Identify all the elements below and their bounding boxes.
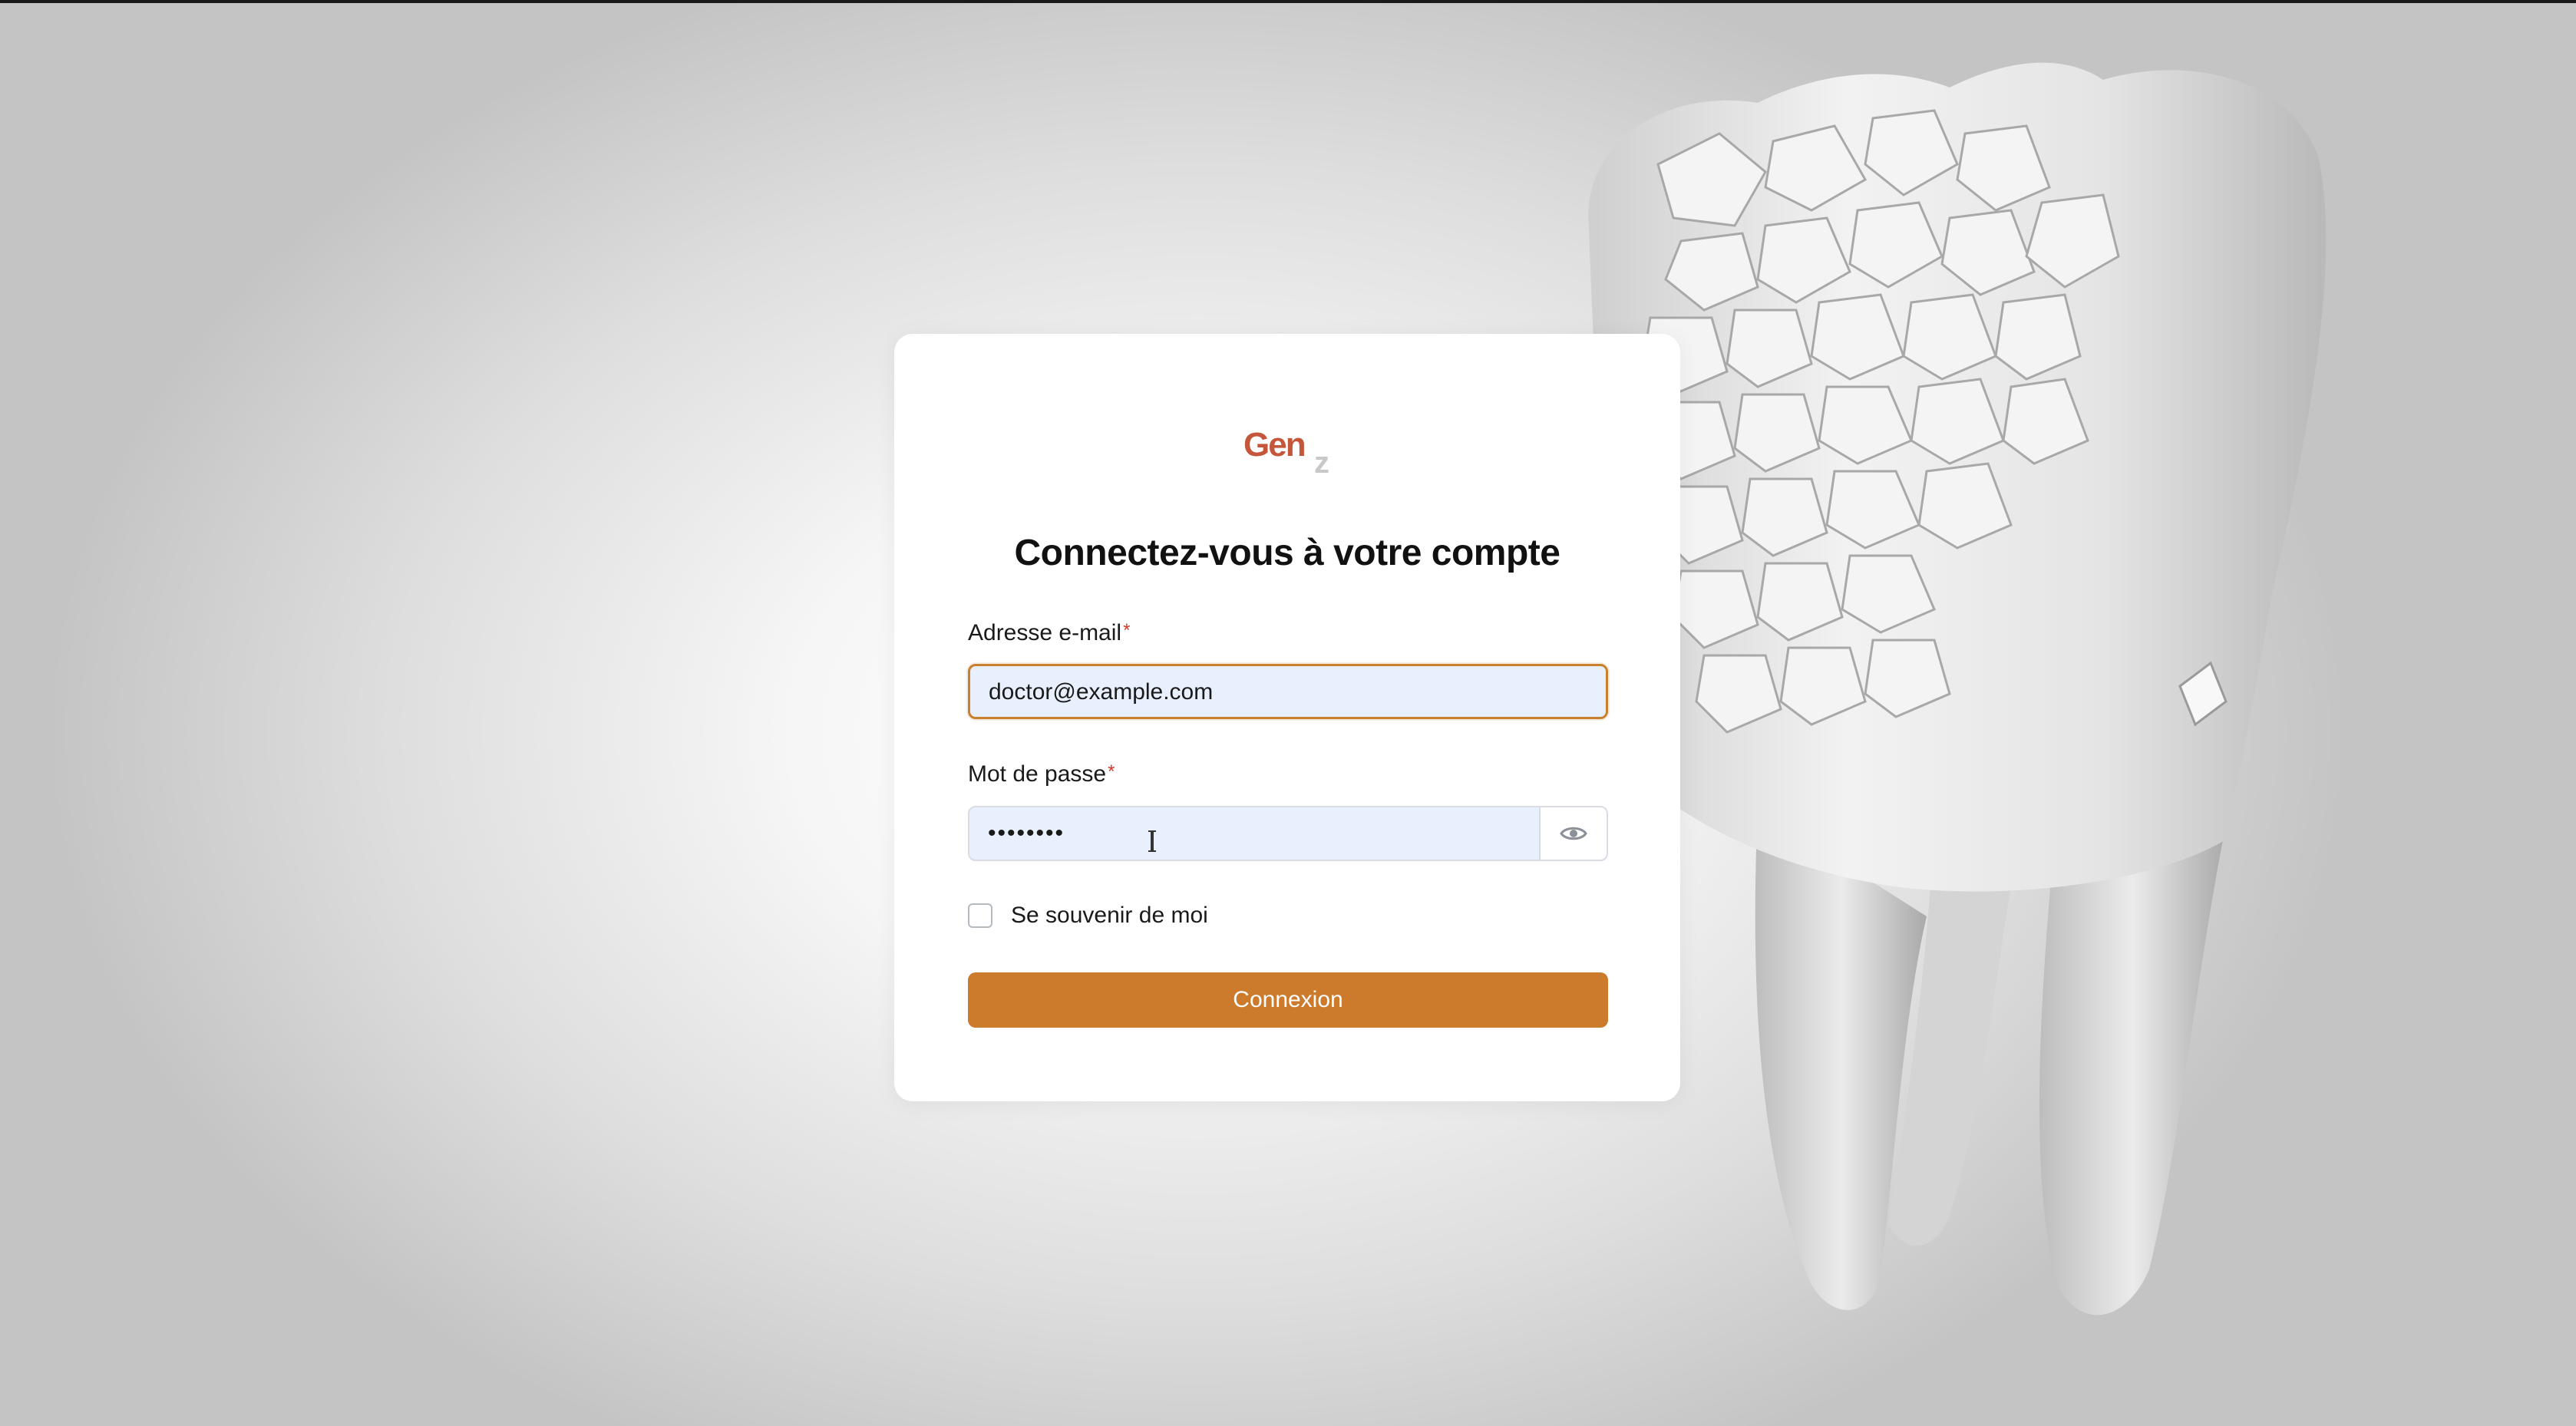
page-title: Connectez-vous à votre compte xyxy=(1014,533,1560,573)
email-field[interactable]: doctor@example.com xyxy=(968,664,1608,719)
email-label-text: Adresse e-mail xyxy=(968,620,1122,645)
login-card: Gen z Connectez-vous à votre compte Adre… xyxy=(894,334,1680,1101)
logo-main-text: Gen xyxy=(1243,426,1306,464)
login-button[interactable]: Connexion xyxy=(968,972,1608,1028)
remember-me-row[interactable]: Se souvenir de moi xyxy=(968,903,1208,929)
remember-me-checkbox[interactable] xyxy=(968,903,992,928)
tooth-illustration xyxy=(1588,62,2327,1315)
eye-icon xyxy=(1560,827,1587,840)
show-password-button[interactable] xyxy=(1539,806,1608,861)
text-cursor-icon xyxy=(1148,830,1156,852)
brand-logo: Gen z xyxy=(1243,426,1351,487)
required-marker: * xyxy=(1123,620,1131,641)
password-label: Mot de passe* xyxy=(968,761,1115,787)
logo-sub-text: z xyxy=(1314,446,1329,480)
password-field[interactable]: •••••••• xyxy=(968,806,1541,861)
password-value: •••••••• xyxy=(988,820,1065,846)
required-marker: * xyxy=(1108,761,1115,782)
password-label-text: Mot de passe xyxy=(968,761,1107,787)
email-label: Adresse e-mail* xyxy=(968,620,1130,646)
remember-me-label[interactable]: Se souvenir de moi xyxy=(1011,903,1208,929)
email-value: doctor@example.com xyxy=(989,679,1214,705)
login-page: Gen z Connectez-vous à votre compte Adre… xyxy=(0,0,2576,1426)
